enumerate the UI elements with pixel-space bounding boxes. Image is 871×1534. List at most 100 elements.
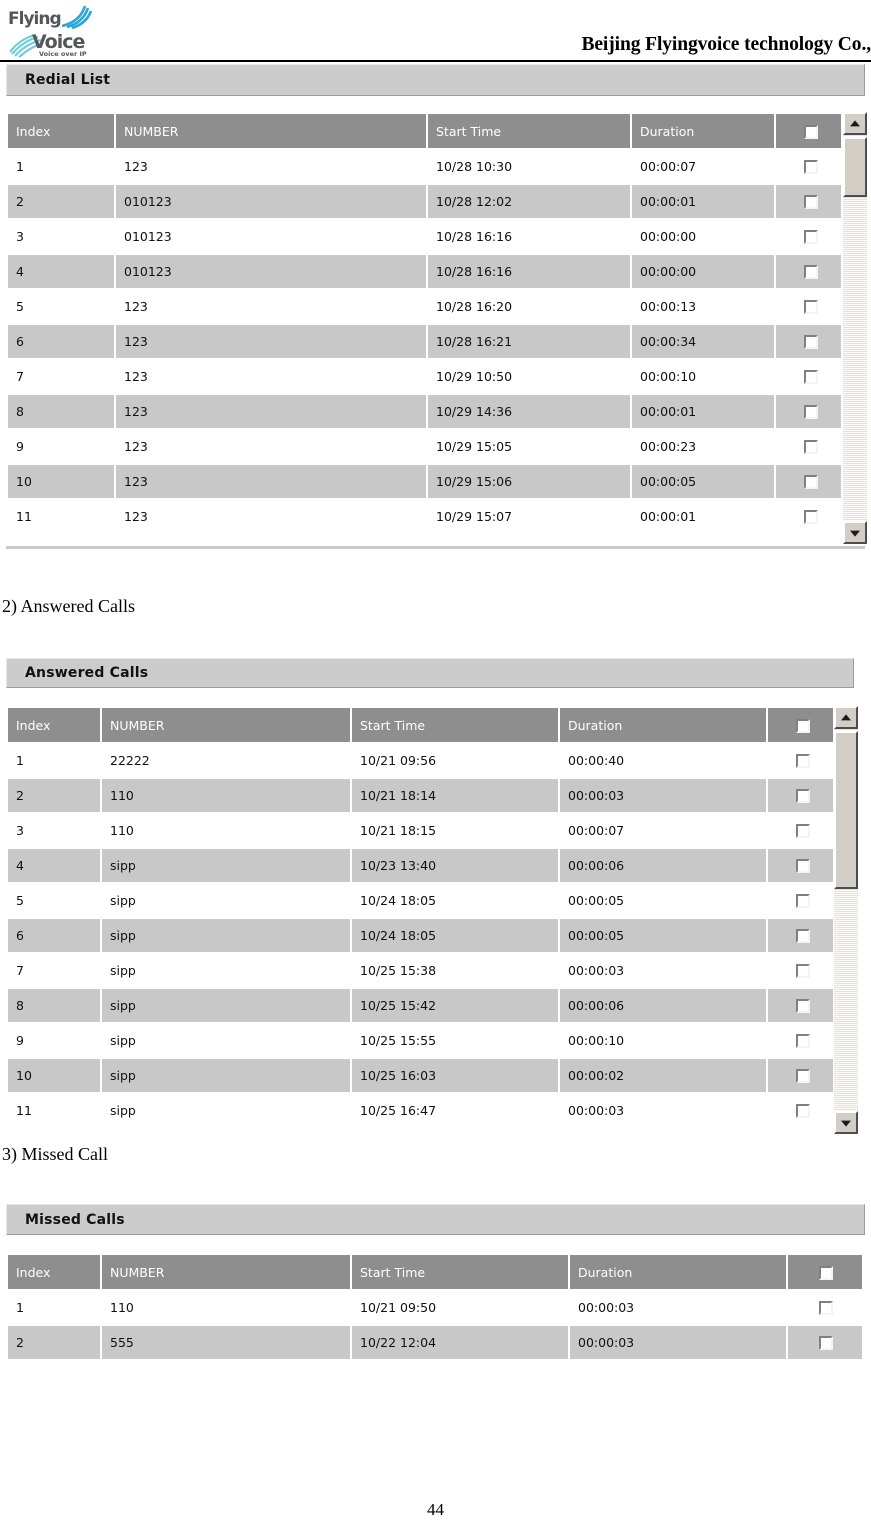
row-checkbox[interactable] [795,824,810,839]
row-select-cell[interactable] [768,919,833,952]
row-checkbox[interactable] [795,999,810,1014]
answered-scrollbar[interactable] [834,706,858,1134]
row-select-cell[interactable] [776,150,841,183]
table-row[interactable]: 7 123 10/29 10:50 00:00:10 [8,360,841,393]
table-row[interactable]: 5 123 10/28 16:20 00:00:13 [8,290,841,323]
table-row[interactable]: 1 123 10/28 10:30 00:00:07 [8,150,841,183]
row-select-cell[interactable] [776,430,841,463]
row-select-cell[interactable] [776,325,841,358]
row-checkbox[interactable] [803,265,818,280]
table-row[interactable]: 10 sipp 10/25 16:03 00:00:02 [8,1059,833,1092]
table-row[interactable]: 8 123 10/29 14:36 00:00:01 [8,395,841,428]
row-select-cell[interactable] [768,779,833,812]
column-header-select-all[interactable] [768,708,833,742]
row-select-cell[interactable] [776,255,841,288]
row-select-cell[interactable] [788,1326,862,1359]
row-checkbox[interactable] [803,475,818,490]
column-header-number[interactable]: NUMBER [102,708,350,742]
table-row[interactable]: 6 123 10/28 16:21 00:00:34 [8,325,841,358]
row-checkbox[interactable] [795,859,810,874]
column-header-number[interactable]: NUMBER [102,1255,350,1289]
row-checkbox[interactable] [795,789,810,804]
row-select-cell[interactable] [776,220,841,253]
row-checkbox[interactable] [795,1069,810,1084]
table-row[interactable]: 8 sipp 10/25 15:42 00:00:06 [8,989,833,1022]
row-select-cell[interactable] [776,500,841,533]
row-checkbox[interactable] [795,929,810,944]
redial-scroll-thumb[interactable] [843,137,867,197]
column-header-index[interactable]: Index [8,114,114,148]
table-row[interactable]: 2 010123 10/28 12:02 00:00:01 [8,185,841,218]
row-checkbox[interactable] [803,195,818,210]
table-row[interactable]: 5 sipp 10/24 18:05 00:00:05 [8,884,833,917]
table-row[interactable]: 1 22222 10/21 09:56 00:00:40 [8,744,833,777]
table-row[interactable]: 2 110 10/21 18:14 00:00:03 [8,779,833,812]
row-checkbox[interactable] [819,1336,833,1351]
column-header-duration[interactable]: Duration [632,114,774,148]
column-header-start-time[interactable]: Start Time [352,1255,568,1289]
row-checkbox[interactable] [803,335,818,350]
row-checkbox[interactable] [795,1034,810,1049]
table-row[interactable]: 11 sipp 10/25 16:47 00:00:03 [8,1094,833,1127]
column-header-start-time[interactable]: Start Time [428,114,630,148]
table-row[interactable]: 3 010123 10/28 16:16 00:00:00 [8,220,841,253]
column-header-number[interactable]: NUMBER [116,114,426,148]
column-header-select-all[interactable] [788,1255,862,1289]
row-checkbox[interactable] [795,894,810,909]
row-duration: 00:00:05 [560,919,766,952]
row-select-cell[interactable] [768,954,833,987]
row-checkbox[interactable] [803,160,818,175]
column-header-duration[interactable]: Duration [570,1255,786,1289]
row-checkbox[interactable] [803,510,818,525]
row-select-cell[interactable] [776,290,841,323]
row-select-cell[interactable] [768,1059,833,1092]
row-checkbox[interactable] [803,440,818,455]
table-row[interactable]: 9 123 10/29 15:05 00:00:23 [8,430,841,463]
row-select-cell[interactable] [768,849,833,882]
table-row[interactable]: 4 010123 10/28 16:16 00:00:00 [8,255,841,288]
row-select-cell[interactable] [788,1291,862,1324]
row-select-cell[interactable] [776,465,841,498]
row-select-cell[interactable] [776,360,841,393]
column-header-duration[interactable]: Duration [560,708,766,742]
row-select-cell[interactable] [768,814,833,847]
table-row[interactable]: 1 110 10/21 09:50 00:00:03 [8,1291,862,1324]
row-select-cell[interactable] [768,1094,833,1127]
column-header-select-all[interactable] [776,114,841,148]
row-checkbox[interactable] [803,300,818,315]
column-header-index[interactable]: Index [8,1255,100,1289]
select-all-checkbox[interactable] [795,718,810,733]
row-select-cell[interactable] [776,185,841,218]
table-row[interactable]: 7 sipp 10/25 15:38 00:00:03 [8,954,833,987]
row-checkbox[interactable] [819,1301,833,1316]
row-checkbox[interactable] [795,1104,810,1119]
answered-scroll-thumb[interactable] [834,731,858,889]
row-select-cell[interactable] [768,884,833,917]
row-select-cell[interactable] [768,989,833,1022]
row-select-cell[interactable] [768,1024,833,1057]
table-row[interactable]: 4 sipp 10/23 13:40 00:00:06 [8,849,833,882]
column-header-index[interactable]: Index [8,708,100,742]
answered-scroll-down-button[interactable] [834,1111,858,1134]
row-select-cell[interactable] [768,744,833,777]
table-row[interactable]: 3 110 10/21 18:15 00:00:07 [8,814,833,847]
table-row[interactable]: 6 sipp 10/24 18:05 00:00:05 [8,919,833,952]
row-checkbox[interactable] [803,370,818,385]
row-duration: 00:00:01 [632,395,774,428]
table-row[interactable]: 11 123 10/29 15:07 00:00:01 [8,500,841,533]
column-header-start-time[interactable]: Start Time [352,708,558,742]
redial-scroll-up-button[interactable] [843,112,867,135]
table-row[interactable]: 2 555 10/22 12:04 00:00:03 [8,1326,862,1359]
table-row[interactable]: 10 123 10/29 15:06 00:00:05 [8,465,841,498]
row-checkbox[interactable] [795,964,810,979]
redial-scroll-down-button[interactable] [843,521,867,544]
table-row[interactable]: 9 sipp 10/25 15:55 00:00:10 [8,1024,833,1057]
select-all-checkbox[interactable] [819,1265,833,1280]
row-checkbox[interactable] [795,754,810,769]
redial-scrollbar[interactable] [843,112,867,544]
answered-scroll-up-button[interactable] [834,706,858,729]
row-checkbox[interactable] [803,405,818,420]
row-checkbox[interactable] [803,230,818,245]
row-select-cell[interactable] [776,395,841,428]
select-all-checkbox[interactable] [803,124,818,139]
